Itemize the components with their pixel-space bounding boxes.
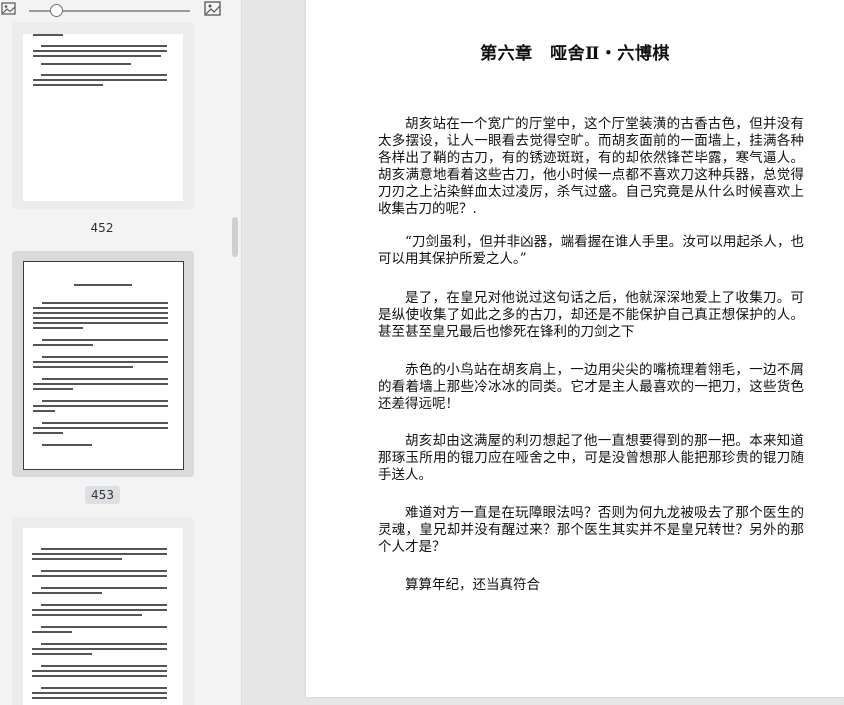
thumbnail-page-number-selected: 453 — [85, 486, 120, 504]
paragraph: 算算年纪，还当真符合 — [405, 577, 540, 593]
document-page: 第六章 哑舍Ⅱ・六博棋 胡亥站在一个宽广的厅堂中，这个厅堂装潢的古香古色，但并没… — [306, 0, 844, 697]
thumbnail-page-number: 452 — [90, 221, 114, 235]
paragraph: 胡亥却由这满屋的利刃想起了他一直想要得到的那一把。本来知道那琢玉所用的锟刀应在哑… — [378, 433, 804, 483]
thumbnail-page-preview — [23, 34, 183, 201]
paragraph: “刀剑虽利，但并非凶器，端看握在谁人手里。汝可以用起杀人，也可以用其保护所爱之人… — [378, 234, 804, 267]
thumbnail-sidebar: 452 453 — [0, 0, 242, 705]
sidebar-scrollbar[interactable] — [232, 217, 238, 257]
thumbnail-card-453[interactable] — [12, 251, 194, 477]
paragraph: 胡亥站在一个宽广的厅堂中，这个厅堂装潢的古香古色，但并没有太多摆设，让人一眼看去… — [378, 116, 804, 217]
paragraph: 赤色的小鸟站在胡亥肩上，一边用尖尖的嘴梳理着翎毛，一边不屑的看着墙上那些冷冰冰的… — [378, 362, 804, 412]
thumbnail-page-preview — [23, 261, 184, 470]
thumbnail-card-452[interactable] — [12, 22, 194, 209]
thumbnail-card-next[interactable] — [12, 517, 194, 705]
chapter-title: 第六章 哑舍Ⅱ・六博棋 — [480, 44, 670, 64]
zoom-slider-handle[interactable] — [50, 4, 63, 17]
thumbnail-toolbar — [0, 0, 241, 22]
paragraph: 难道对方一直是在玩障眼法吗？否则为何九龙被吸去了那个医生的灵魂，皇兄却并没有醒过… — [378, 505, 804, 555]
zoom-out-image-icon[interactable] — [1, 2, 17, 16]
thumbnail-page-preview — [23, 528, 183, 705]
paragraph: 是了，在皇兄对他说过这句话之后，他就深深地爱上了收集刀。可是纵使收集了如此之多的… — [378, 290, 804, 340]
zoom-in-image-icon[interactable] — [204, 1, 222, 17]
